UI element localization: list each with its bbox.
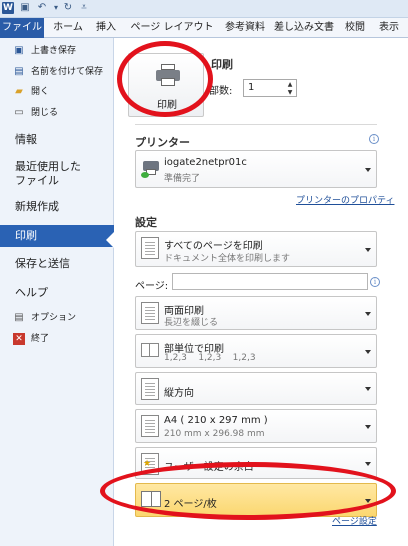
orientation-label: 縦方向	[164, 388, 194, 399]
nav-options[interactable]: ▤ オプション	[0, 308, 114, 328]
pages-per-sheet-label: 2 ページ/枚	[164, 499, 217, 510]
tab-view[interactable]: 表示	[372, 18, 406, 38]
paper-size-label: A4 ( 210 x 297 mm )	[164, 415, 268, 426]
undo-icon[interactable]: ↶	[36, 2, 48, 14]
backstage-nav: ▣ 上書き保存 ▤ 名前を付けて保存 ▰ 開く ▭ 閉じる 情報 最近使用した …	[0, 38, 115, 546]
portrait-icon	[141, 378, 159, 400]
chevron-down-icon	[365, 350, 371, 354]
tab-page-layout[interactable]: ページ レイアウト	[126, 18, 218, 38]
word-app-icon[interactable]: W	[2, 2, 14, 14]
close-doc-icon: ▭	[14, 107, 24, 118]
redo-icon[interactable]: ↻	[62, 2, 74, 14]
collate-icon	[141, 341, 163, 363]
page-setup-link[interactable]: ページ設定	[332, 514, 377, 527]
chevron-down-icon	[365, 168, 371, 172]
copies-label: 部数:	[209, 86, 233, 97]
printer-properties-link[interactable]: プリンターのプロパティ	[296, 193, 394, 206]
tab-mailings[interactable]: 差し込み文書	[271, 18, 337, 38]
info-icon[interactable]: i	[370, 277, 380, 287]
spin-up-icon[interactable]: ▲	[286, 81, 294, 88]
exit-icon: ✕	[13, 333, 25, 345]
nav-options-label: オプション	[31, 313, 77, 323]
chevron-down-icon	[365, 425, 371, 429]
nav-close[interactable]: ▭ 閉じる	[0, 103, 114, 123]
save-as-icon: ▤	[14, 66, 24, 77]
collate-dropdown[interactable]: 部単位で印刷 1,2,3 1,2,3 1,2,3	[135, 334, 377, 368]
nav-open[interactable]: ▰ 開く	[0, 82, 114, 102]
duplex-dropdown[interactable]: 両面印刷 長辺を綴じる	[135, 296, 377, 330]
settings-title: 設定	[135, 216, 157, 229]
pages-per-sheet-icon	[141, 491, 163, 509]
collate-desc: 1,2,3 1,2,3 1,2,3	[164, 353, 256, 363]
nav-exit[interactable]: ✕ 終了	[0, 329, 114, 349]
printer-icon	[156, 64, 180, 86]
print-button[interactable]: 印刷	[128, 53, 204, 117]
nav-save-as[interactable]: ▤ 名前を付けて保存	[0, 62, 114, 82]
printer-icon	[141, 159, 161, 179]
print-range-label: すべてのページを印刷	[164, 241, 263, 252]
nav-close-label: 閉じる	[31, 108, 59, 118]
print-button-label: 印刷	[157, 100, 177, 111]
nav-open-label: 開く	[31, 87, 50, 97]
chevron-down-icon	[365, 387, 371, 391]
margins-label: ユーザー設定の余白	[164, 462, 254, 473]
print-pane: 印刷 印刷 部数: 1 ▲ ▼ プリンター i iogate2netpr01c …	[115, 38, 408, 546]
nav-exit-label: 終了	[31, 334, 50, 344]
spin-down-icon[interactable]: ▼	[286, 89, 294, 96]
print-range-dropdown[interactable]: すべてのページを印刷 ドキュメント全体を印刷します	[135, 231, 377, 267]
tab-file[interactable]: ファイル	[0, 18, 44, 38]
tab-review[interactable]: 校閲	[341, 18, 369, 38]
info-icon[interactable]: i	[369, 134, 379, 144]
nav-save[interactable]: ▣ 上書き保存	[0, 41, 114, 61]
printer-title: プリンター	[135, 136, 190, 149]
chevron-down-icon	[365, 312, 371, 316]
paper-size-desc: 210 mm x 296.98 mm	[164, 429, 265, 439]
chevron-down-icon	[365, 499, 371, 503]
margins-dropdown[interactable]: ★ ユーザー設定の余白	[135, 447, 377, 479]
pages-label: ページ:	[135, 281, 169, 292]
save-icon: ▣	[14, 45, 24, 56]
copies-input[interactable]: 1 ▲ ▼	[243, 79, 297, 97]
chevron-down-icon	[365, 248, 371, 252]
print-title: 印刷	[211, 58, 233, 71]
nav-save-send[interactable]: 保存と送信	[0, 257, 114, 275]
undo-dropdown-icon[interactable]: ▾	[50, 2, 62, 14]
chevron-down-icon	[365, 462, 371, 466]
pages-icon	[141, 237, 159, 259]
orientation-dropdown[interactable]: 縦方向	[135, 372, 377, 405]
divider	[135, 124, 377, 125]
nav-help[interactable]: ヘルプ	[0, 286, 114, 304]
title-bar: W ▣ ↶ ▾ ↻ ⩡	[0, 0, 408, 18]
pages-per-sheet-dropdown[interactable]: 2 ページ/枚	[135, 483, 377, 517]
save-icon[interactable]: ▣	[19, 2, 31, 14]
nav-new[interactable]: 新規作成	[0, 200, 114, 218]
pages-input[interactable]	[172, 273, 368, 290]
tab-home[interactable]: ホーム	[48, 18, 88, 38]
paper-size-dropdown[interactable]: A4 ( 210 x 297 mm ) 210 mm x 296.98 mm	[135, 409, 377, 443]
paper-size-icon	[141, 415, 159, 437]
nav-save-label: 上書き保存	[31, 46, 77, 56]
nav-recent[interactable]: 最近使用した ファイル	[0, 160, 114, 192]
print-range-desc: ドキュメント全体を印刷します	[164, 254, 291, 264]
customize-icon[interactable]: ⩡	[78, 2, 90, 14]
duplex-desc: 長辺を綴じる	[164, 318, 219, 328]
copies-value: 1	[248, 82, 255, 93]
printer-name: iogate2netpr01c	[164, 157, 247, 168]
nav-info[interactable]: 情報	[0, 133, 114, 151]
ribbon-tabs: ファイル ホーム 挿入 ページ レイアウト 参考資料 差し込み文書 校閲 表示	[0, 18, 408, 38]
printer-dropdown[interactable]: iogate2netpr01c 準備完了	[135, 150, 377, 188]
margins-icon: ★	[141, 453, 159, 475]
nav-save-as-label: 名前を付けて保存	[31, 67, 104, 77]
nav-print[interactable]: 印刷	[0, 225, 115, 249]
options-icon: ▤	[14, 312, 24, 323]
duplex-icon	[141, 302, 159, 324]
tab-references[interactable]: 参考資料	[222, 18, 268, 38]
printer-status: 準備完了	[164, 174, 201, 184]
tab-insert[interactable]: 挿入	[91, 18, 121, 38]
open-folder-icon: ▰	[15, 86, 23, 97]
